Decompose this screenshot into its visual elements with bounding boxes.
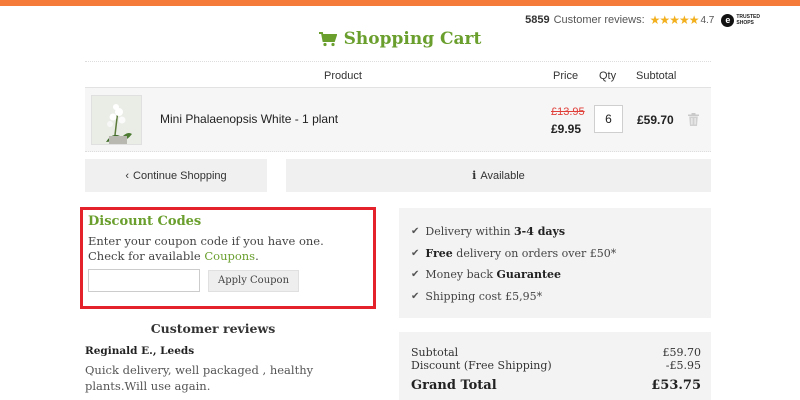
reviews-summary[interactable]: 5859 Customer reviews: ★★★★★ 4.7 e TRUST… [525,13,760,27]
continue-shopping-button[interactable]: ‹ Continue Shopping [85,159,267,192]
delivery-info-item: ✔ Free delivery on orders over £50* [411,247,617,260]
column-header-subtotal: Subtotal [636,70,677,82]
item-subtotal: £59.70 [637,113,674,127]
original-price: £13.95 [551,106,585,118]
reviews-label: Customer reviews: [553,14,645,26]
review-author: Reginald E., Leeds [85,345,195,357]
page-title: Shopping Cart [0,29,800,49]
top-promo-text: · · · · · · · · · · · [300,0,371,4]
page-title-text: Shopping Cart [343,29,482,49]
delivery-info-item: ✔ Money back Guarantee [411,268,562,281]
check-icon: ✔ [411,226,420,237]
discount-value: -£5.95 [665,359,701,372]
top-promo-banner: · · · · · · · · · · · [0,0,800,6]
discount-title: Discount Codes [88,214,202,229]
chevron-left-icon: ‹ [125,169,130,182]
product-image[interactable] [91,95,142,145]
check-icon: ✔ [411,269,420,280]
review-text: Quick delivery, well packaged , healthy … [85,363,314,393]
reviews-count: 5859 [525,14,550,26]
grand-total-line: Grand Total £53.75 [411,378,701,393]
subtotal-label: Subtotal [411,346,459,359]
subtotal-value: £59.70 [662,346,702,359]
rating-stars-icon: ★★★★★ [649,13,700,27]
trusted-shops-logo[interactable]: e TRUSTED SHOPS [721,13,760,27]
continue-shopping-label: Continue Shopping [133,169,227,182]
cart-table-header: Product Price Qty Subtotal [85,61,711,88]
coupons-link[interactable]: Coupons [204,249,255,263]
cart-item-row: Mini Phalaenopsis White - 1 plant £13.95… [85,88,711,152]
rating-score: 4.7 [700,14,715,26]
check-icon: ✔ [411,248,420,259]
trash-icon[interactable] [688,113,699,126]
customer-reviews-title: Customer reviews [150,321,276,336]
info-icon: i [472,169,477,182]
product-name[interactable]: Mini Phalaenopsis White - 1 plant [160,112,338,126]
column-header-price: Price [553,70,579,82]
shopping-cart-icon [318,31,337,46]
discount-label: Discount (Free Shipping) [411,359,552,372]
discount-line: Discount (Free Shipping) -£5.95 [411,359,701,372]
discount-description: Enter your coupon code if you have one. … [88,234,324,263]
availability-label: Available [480,169,525,182]
discount-codes-panel: Discount Codes Enter your coupon code if… [80,207,376,309]
delivery-info-item: ✔ Delivery within 3-4 days [411,225,566,238]
apply-coupon-button[interactable]: Apply Coupon [208,270,299,292]
order-totals-panel: Subtotal £59.70 Discount (Free Shipping)… [399,332,711,400]
check-icon: ✔ [411,291,420,302]
grand-total-value: £53.75 [651,378,701,393]
cart-table: Product Price Qty Subtotal Mini Phalaeno… [85,61,711,152]
delivery-info-item: ✔ Shipping cost £5,95* [411,290,543,303]
subtotal-line: Subtotal £59.70 [411,346,701,359]
availability-button[interactable]: i Available [286,159,711,192]
quantity-input[interactable]: 6 [594,105,623,133]
delivery-info-panel: ✔ Delivery within 3-4 days ✔ Free delive… [399,208,711,318]
column-header-qty: Qty [599,70,617,82]
coupon-code-input[interactable] [88,269,200,292]
trusted-shops-icon: e [721,13,735,27]
column-header-product: Product [324,70,362,82]
sale-price: £9.95 [551,122,582,136]
grand-total-label: Grand Total [411,378,497,393]
trusted-shops-text: TRUSTED SHOPS [736,14,760,26]
